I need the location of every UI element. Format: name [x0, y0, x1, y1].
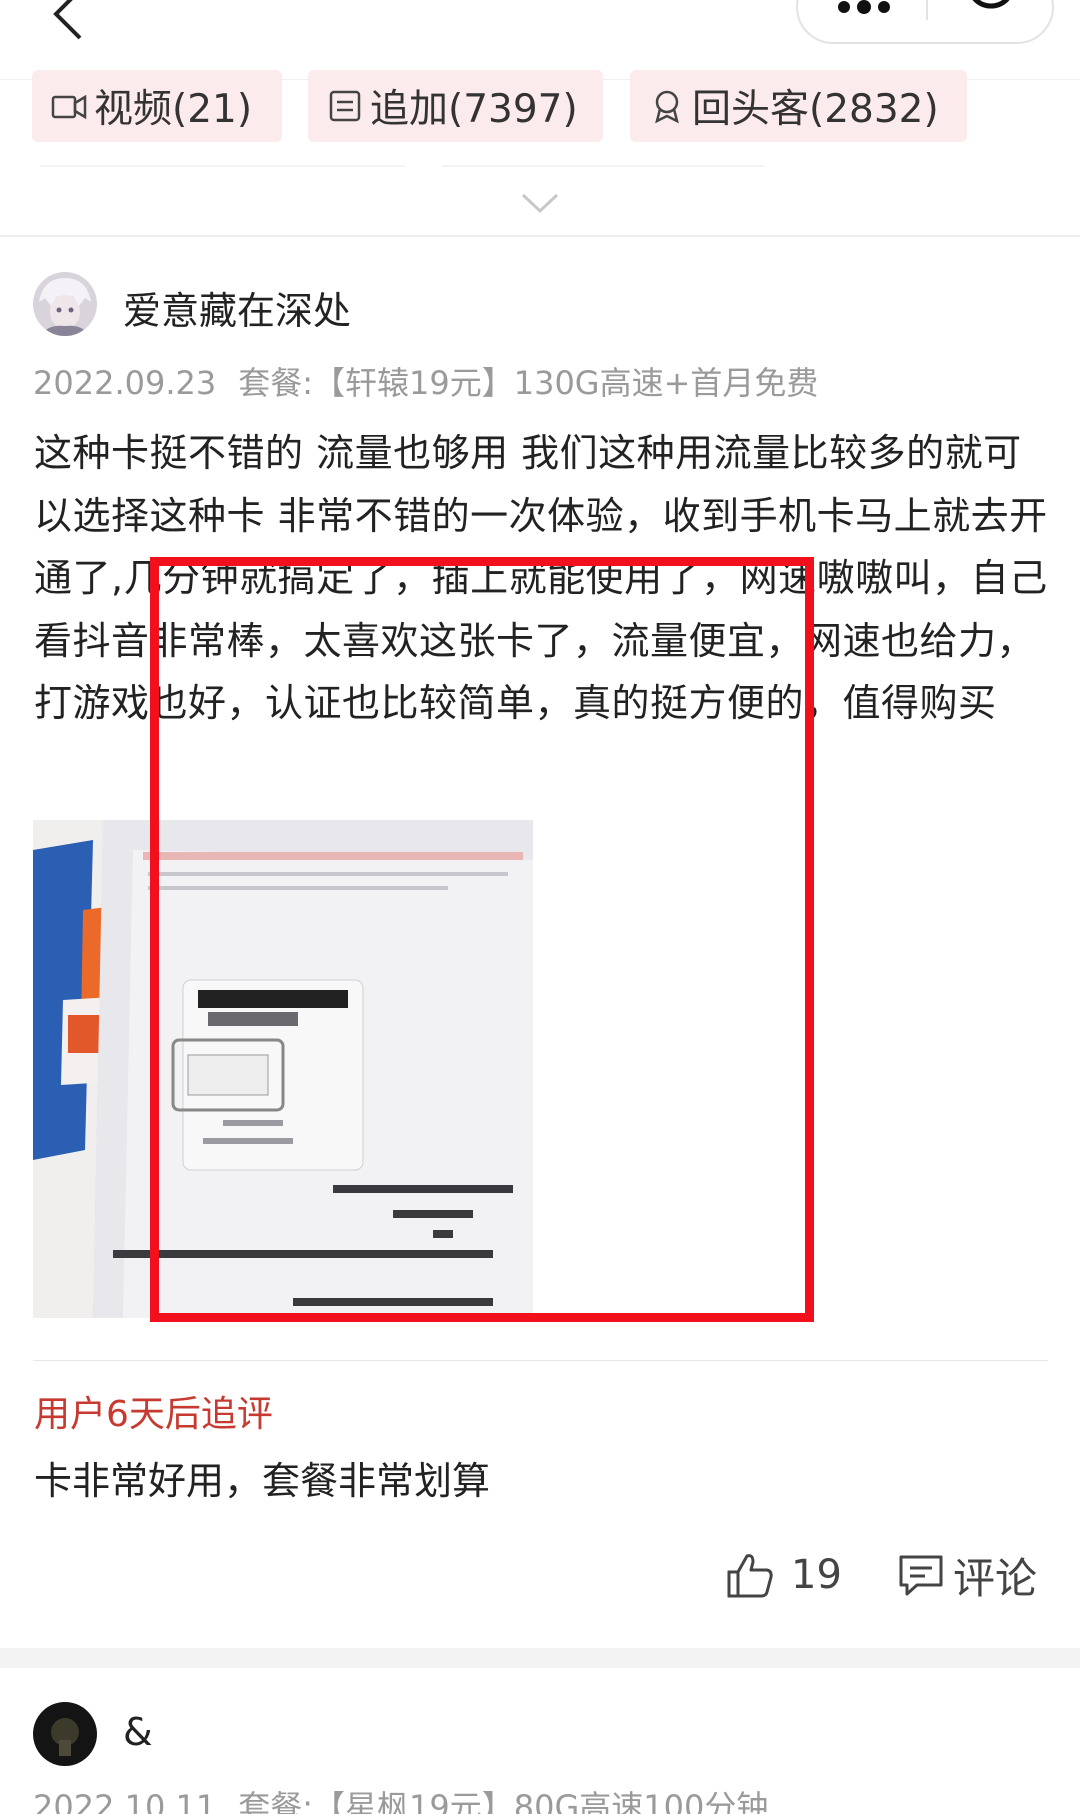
review-meta: 2022.10.11 套餐:【星枫19元】80G高速100分钟 — [33, 1782, 768, 1814]
reviewer-name: & — [123, 1710, 153, 1754]
like-count: 19 — [791, 1552, 842, 1598]
hidden-chip-row-left — [40, 165, 405, 167]
review-text: 这种卡挺不错的 流量也够用 我们这种用流量比较多的就可以选择这种卡 非常不错的一… — [34, 431, 1048, 725]
sim-card-package-photo — [33, 820, 533, 1318]
hidden-chip-row-right — [442, 165, 764, 167]
thumbs-up-icon — [727, 1554, 773, 1598]
more-dots-icon[interactable] — [834, 0, 894, 14]
medal-icon — [655, 90, 679, 124]
like-button[interactable]: 19 — [725, 1545, 842, 1605]
video-camera-icon — [51, 94, 87, 120]
review-meta: 2022.09.23 套餐:【轩辕19元】130G高速+首月免费 — [33, 358, 818, 404]
review-package: 套餐:【星枫19元】80G高速100分钟 — [238, 1788, 769, 1814]
filter-chip-video[interactable]: 视频(21) — [32, 70, 282, 142]
filter-chip-video-label: 视频(21) — [94, 87, 253, 132]
review-photo[interactable] — [33, 820, 533, 1318]
reviewer-name: 爱意藏在深处 — [123, 289, 352, 333]
comment-button[interactable]: 评论 — [897, 1545, 1037, 1605]
mini-program-capsule — [796, 0, 1054, 44]
review-date: 2022.09.23 — [33, 364, 217, 402]
filter-chip-append-label: 追加(7397) — [370, 87, 578, 132]
close-target-icon[interactable] — [964, 0, 1018, 16]
avatar-dark-image — [33, 1702, 97, 1766]
review-divider — [33, 1360, 1048, 1361]
section-divider — [0, 235, 1080, 237]
filter-chip-repeat-label: 回头客(2832) — [692, 87, 939, 132]
review-separator — [0, 1648, 1080, 1668]
document-icon — [329, 90, 361, 122]
filter-chip-repeat-customer[interactable]: 回头客(2832) — [630, 70, 967, 142]
avatar[interactable] — [33, 1702, 97, 1766]
review-package: 套餐:【轩辕19元】130G高速+首月免费 — [238, 364, 819, 402]
comment-icon — [899, 1555, 943, 1596]
comment-label: 评论 — [953, 1553, 1038, 1603]
back-arrow-icon[interactable] — [44, 0, 92, 42]
filter-chip-append[interactable]: 追加(7397) — [308, 70, 603, 142]
followup-label: 用户6天后追评 — [34, 1394, 273, 1435]
avatar[interactable] — [33, 272, 97, 336]
followup-text: 卡非常好用，套餐非常划算 — [34, 1459, 491, 1503]
chevron-down-icon[interactable] — [520, 190, 560, 216]
top-bar — [0, 0, 1080, 78]
review-filter-chips: 视频(21) 追加(7397) 回头客(2832) — [0, 70, 1080, 150]
avatar-anime-image — [33, 272, 97, 336]
review-date: 2022.10.11 — [33, 1788, 217, 1814]
capsule-divider — [926, 0, 928, 20]
